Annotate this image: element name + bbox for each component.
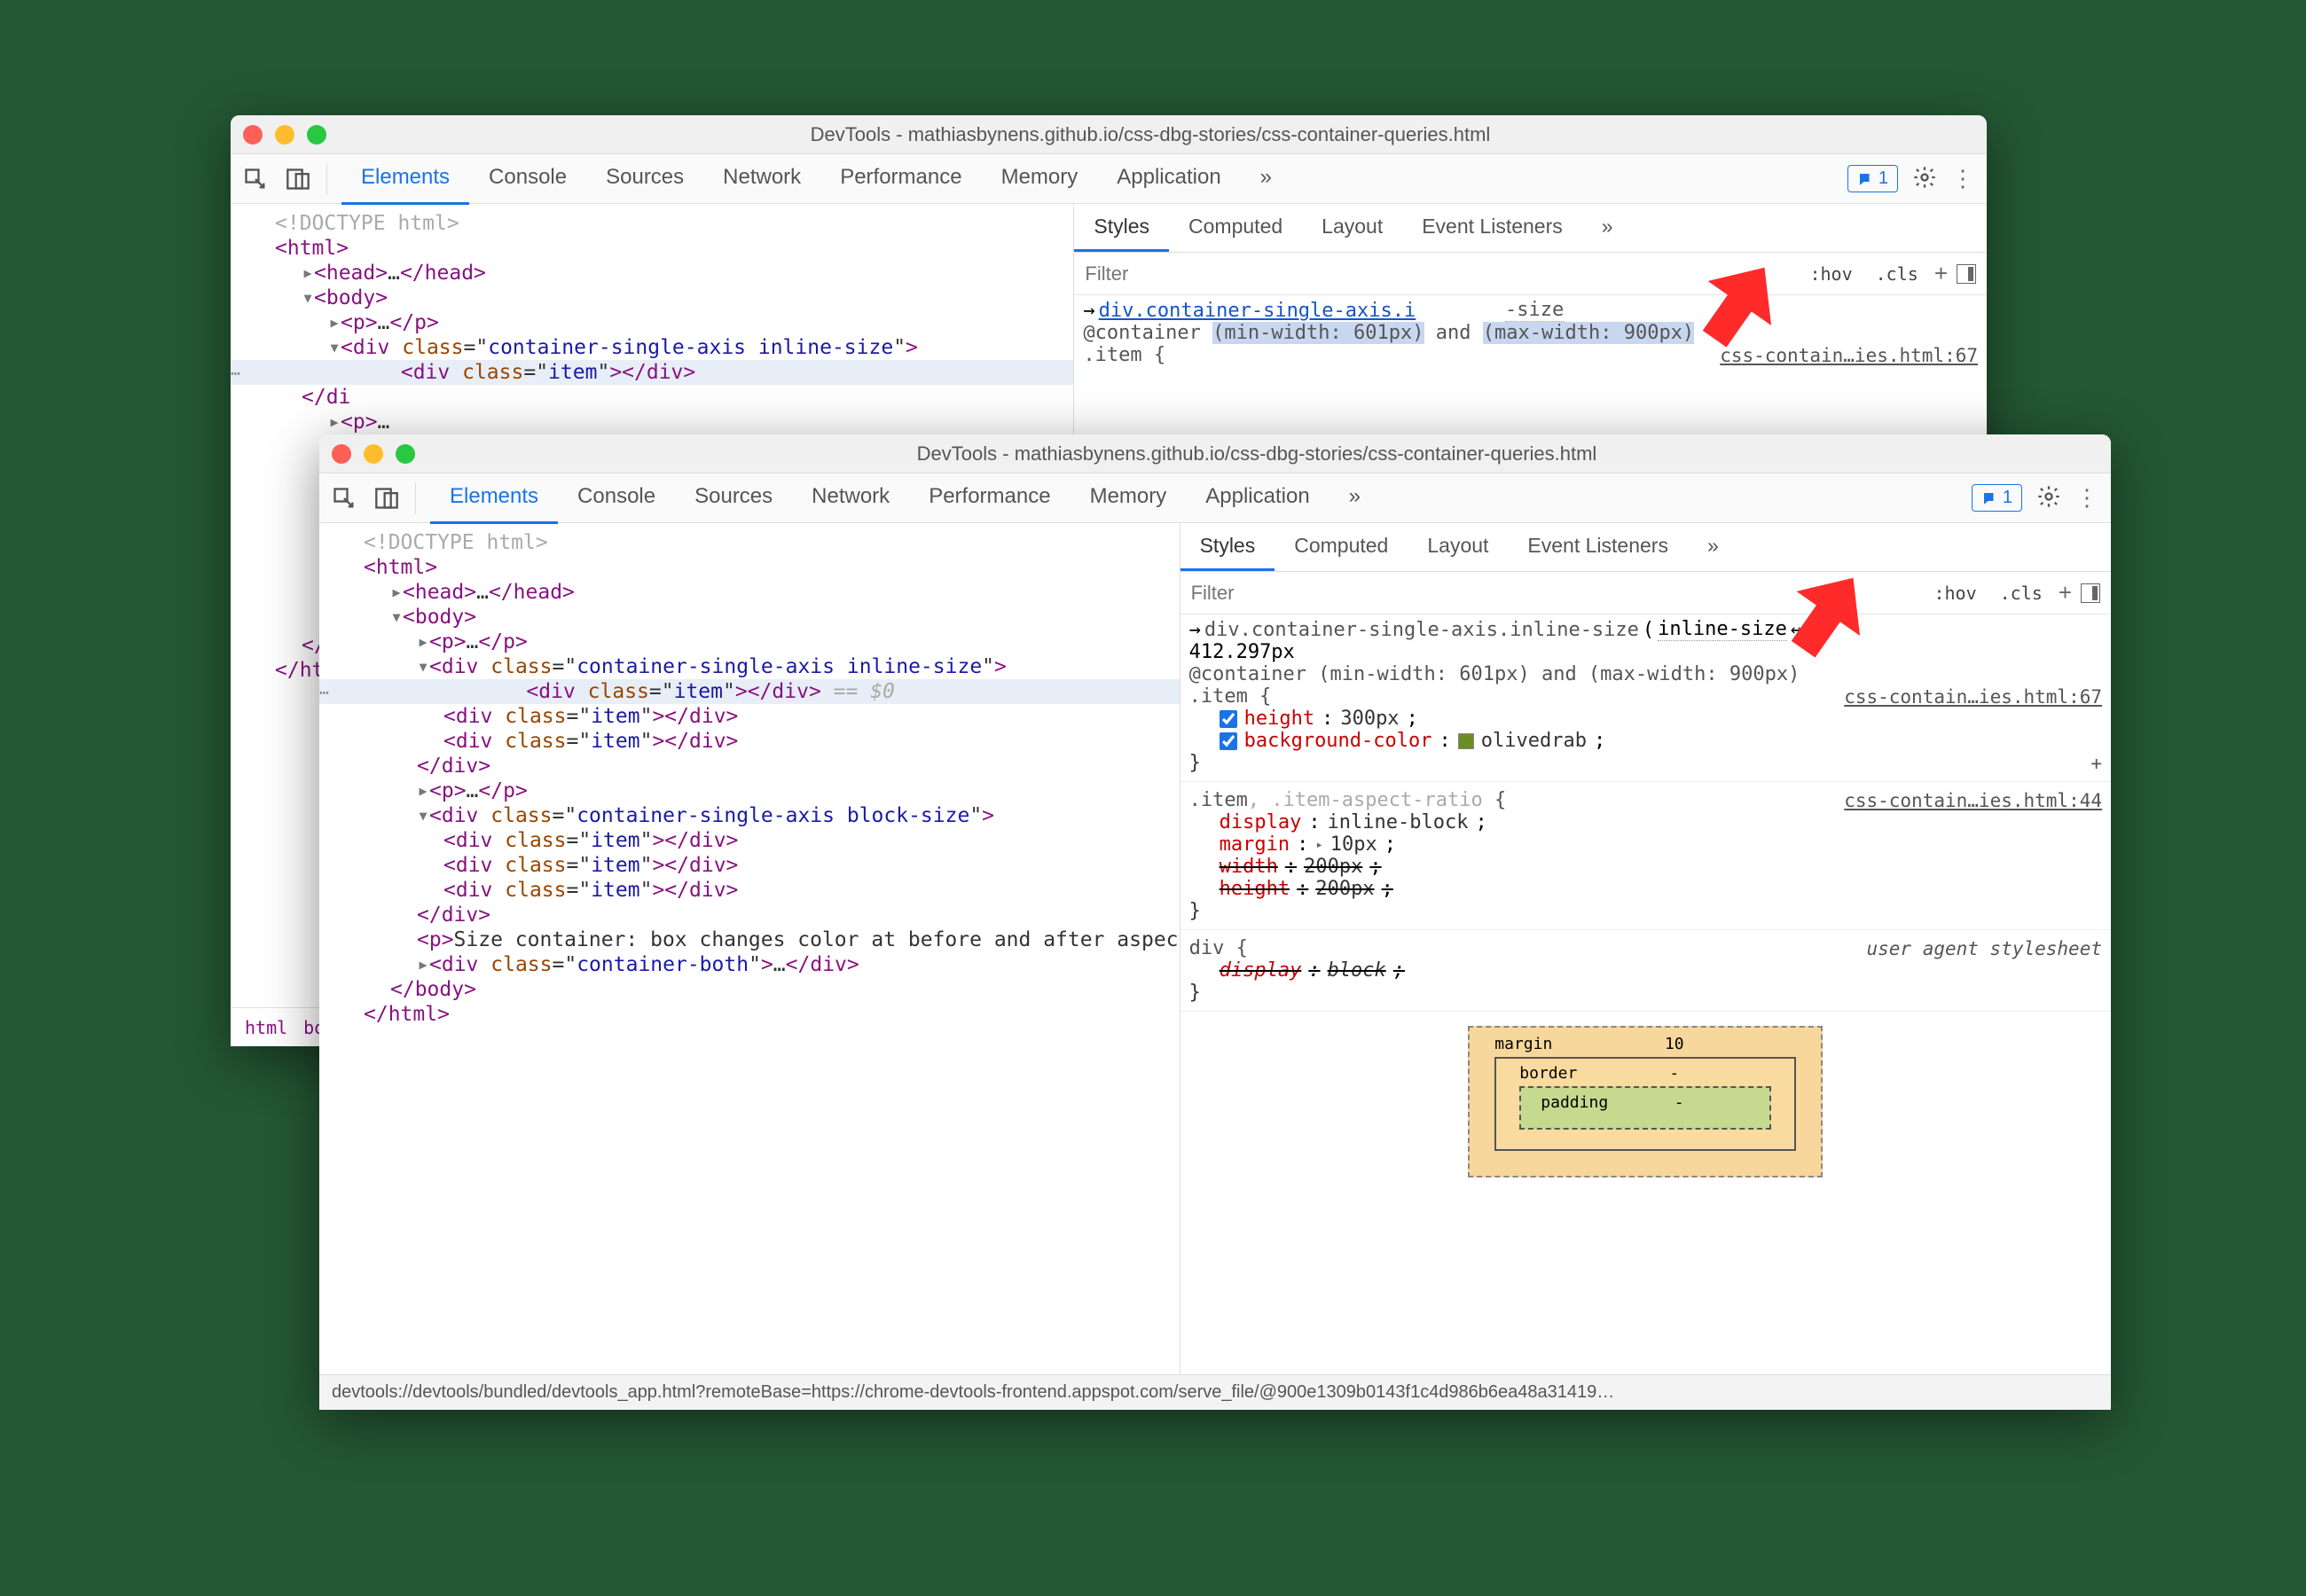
- tab-performance[interactable]: Performance: [909, 472, 1070, 524]
- traffic-lights: [243, 125, 326, 145]
- styles-filter[interactable]: [1085, 262, 1793, 286]
- container-query: @container (min-width: 601px) and (max-w…: [1189, 663, 2102, 685]
- divider: [326, 163, 327, 195]
- issues-badge[interactable]: 1: [1972, 484, 2022, 512]
- panel-layout-icon[interactable]: [2081, 583, 2100, 603]
- toggle-checkbox[interactable]: [1220, 732, 1237, 750]
- new-rule-button[interactable]: +: [2059, 579, 2072, 606]
- styles-filter[interactable]: [1191, 582, 1918, 605]
- new-rule-button[interactable]: +: [1934, 260, 1948, 287]
- new-rule-button[interactable]: +: [2090, 753, 2102, 774]
- device-toolbar-icon[interactable]: [373, 484, 401, 512]
- window-title: DevTools - mathiasbynens.github.io/css-d…: [326, 123, 1974, 146]
- tab-network[interactable]: Network: [792, 472, 909, 524]
- container-link[interactable]: div.container-single-axis.inline-size: [1204, 619, 1639, 641]
- source-link[interactable]: css-contain…ies.html:44: [1844, 790, 2102, 811]
- minimize-button[interactable]: [364, 444, 383, 464]
- subtab-eventlisteners[interactable]: Event Listeners: [1508, 523, 1688, 571]
- more-tabs[interactable]: »: [1241, 153, 1291, 205]
- tab-application[interactable]: Application: [1097, 153, 1240, 205]
- hov-button[interactable]: :hov: [1802, 260, 1859, 288]
- decl-background[interactable]: background-color: olivedrab;: [1189, 730, 2102, 752]
- ua-stylesheet-label: user agent stylesheet: [1866, 938, 2102, 959]
- inspect-icon[interactable]: [241, 165, 270, 193]
- cls-button[interactable]: .cls: [1993, 579, 2050, 607]
- toggle-checkbox[interactable]: [1220, 710, 1237, 728]
- subtab-layout[interactable]: Layout: [1408, 523, 1508, 571]
- maximize-button[interactable]: [396, 444, 415, 464]
- kebab-menu[interactable]: ⋮: [2075, 484, 2100, 512]
- issues-badge[interactable]: 1: [1847, 165, 1898, 192]
- subtab-eventlisteners[interactable]: Event Listeners: [1402, 204, 1582, 252]
- minimize-button[interactable]: [275, 125, 294, 145]
- tab-elements[interactable]: Elements: [341, 153, 469, 205]
- device-toolbar-icon[interactable]: [284, 165, 312, 193]
- cls-button[interactable]: .cls: [1869, 260, 1926, 288]
- doctype: <!DOCTYPE html>: [275, 212, 459, 235]
- tab-memory[interactable]: Memory: [982, 153, 1098, 205]
- settings-icon[interactable]: [2036, 484, 2061, 512]
- kebab-menu[interactable]: ⋮: [1951, 165, 1976, 192]
- container-size: 412.297px: [1189, 641, 2102, 663]
- tab-application[interactable]: Application: [1186, 472, 1329, 524]
- toolbar: Elements Console Sources Network Perform…: [231, 154, 1987, 204]
- more-subtabs[interactable]: »: [1582, 204, 1633, 252]
- subtab-layout[interactable]: Layout: [1302, 204, 1402, 252]
- subtab-styles[interactable]: Styles: [1074, 204, 1169, 252]
- close-button[interactable]: [243, 125, 263, 145]
- devtools-window-front: DevTools - mathiasbynens.github.io/css-d…: [319, 434, 2111, 1410]
- close-button[interactable]: [332, 444, 351, 464]
- inspect-icon[interactable]: [330, 484, 358, 512]
- tab-sources[interactable]: Sources: [586, 153, 703, 205]
- selected-row[interactable]: ⋯ <div class="item"></div>: [231, 360, 1073, 385]
- tab-performance[interactable]: Performance: [820, 153, 981, 205]
- elements-tree[interactable]: <!DOCTYPE html> <html> ▸<head>…</head> ▾…: [319, 523, 1180, 1374]
- tab-network[interactable]: Network: [703, 153, 820, 205]
- subtab-computed[interactable]: Computed: [1169, 204, 1302, 252]
- maximize-button[interactable]: [307, 125, 326, 145]
- tab-console[interactable]: Console: [558, 472, 675, 524]
- color-swatch[interactable]: [1458, 733, 1474, 749]
- more-tabs[interactable]: »: [1329, 472, 1380, 524]
- decl-height[interactable]: height: 300px;: [1189, 708, 2102, 730]
- more-subtabs[interactable]: »: [1688, 523, 1738, 571]
- tab-elements[interactable]: Elements: [430, 472, 558, 524]
- main-tabs: Elements Console Sources Network Perform…: [341, 153, 1833, 205]
- subtab-computed[interactable]: Computed: [1275, 523, 1408, 571]
- selected-dom-node[interactable]: ⋯ <div class="item"></div> == $0: [319, 679, 1180, 704]
- titlebar[interactable]: DevTools - mathiasbynens.github.io/css-d…: [319, 434, 2111, 473]
- hov-button[interactable]: :hov: [1926, 579, 1983, 607]
- settings-icon[interactable]: [1912, 165, 1937, 192]
- subtab-styles[interactable]: Styles: [1180, 523, 1275, 571]
- container-link[interactable]: div.container-single-axis.i: [1099, 300, 1416, 322]
- window-title: DevTools - mathiasbynens.github.io/css-d…: [415, 442, 2098, 466]
- source-link[interactable]: css-contain…ies.html:67: [1844, 686, 2102, 708]
- panel-layout-icon[interactable]: [1957, 264, 1976, 284]
- tab-console[interactable]: Console: [469, 153, 586, 205]
- tab-sources[interactable]: Sources: [675, 472, 792, 524]
- box-model[interactable]: margin10 border- padding-: [1468, 1026, 1823, 1177]
- statusbar: devtools://devtools/bundled/devtools_app…: [319, 1374, 2111, 1410]
- tab-memory[interactable]: Memory: [1071, 472, 1187, 524]
- source-link[interactable]: css-contain…ies.html:67: [1720, 345, 1978, 366]
- titlebar[interactable]: DevTools - mathiasbynens.github.io/css-d…: [231, 115, 1987, 154]
